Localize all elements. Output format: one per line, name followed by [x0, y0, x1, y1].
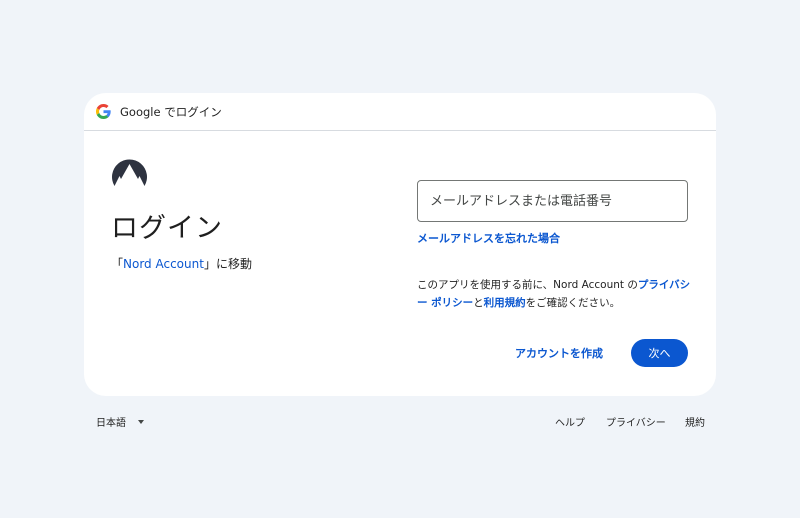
privacy-suffix: をご確認ください。	[525, 297, 621, 309]
nord-logo-icon	[112, 159, 147, 186]
forgot-email-link[interactable]: メールアドレスを忘れた場合	[417, 230, 560, 246]
google-logo-icon	[96, 104, 111, 119]
subtitle-suffix: 」に移動	[203, 257, 252, 271]
page-title: ログイン	[111, 213, 223, 244]
footer: 日本語 ヘルプ プライバシー 規約	[0, 414, 800, 429]
card-header: Google でログイン	[84, 93, 716, 131]
next-button[interactable]: 次へ	[631, 339, 688, 367]
subtitle-prefix: 「	[111, 257, 124, 271]
header-title: Google でログイン	[120, 104, 222, 119]
email-field-container	[417, 180, 688, 222]
nord-account-link[interactable]: Nord Account	[123, 257, 204, 271]
email-input[interactable]	[418, 181, 687, 221]
footer-terms-link[interactable]: 規約	[685, 414, 705, 429]
language-label: 日本語	[96, 418, 126, 429]
caret-down-icon	[138, 419, 144, 424]
signin-card: Google でログイン ログイン 「Nord Account」に移動 メールア…	[84, 93, 716, 396]
privacy-prefix: このアプリを使用する前に、Nord Account の	[417, 279, 638, 291]
create-account-button[interactable]: アカウントを作成	[505, 339, 613, 367]
footer-privacy-link[interactable]: プライバシー	[606, 414, 666, 429]
language-selector[interactable]: 日本語	[96, 414, 144, 429]
help-link[interactable]: ヘルプ	[555, 414, 585, 429]
terms-link[interactable]: 利用規約	[484, 297, 526, 309]
privacy-notice: このアプリを使用する前に、Nord Account のプライバシー ポリシーと利…	[417, 276, 697, 312]
privacy-and: と	[473, 297, 484, 309]
signin-subtitle: 「Nord Account」に移動	[111, 255, 252, 272]
